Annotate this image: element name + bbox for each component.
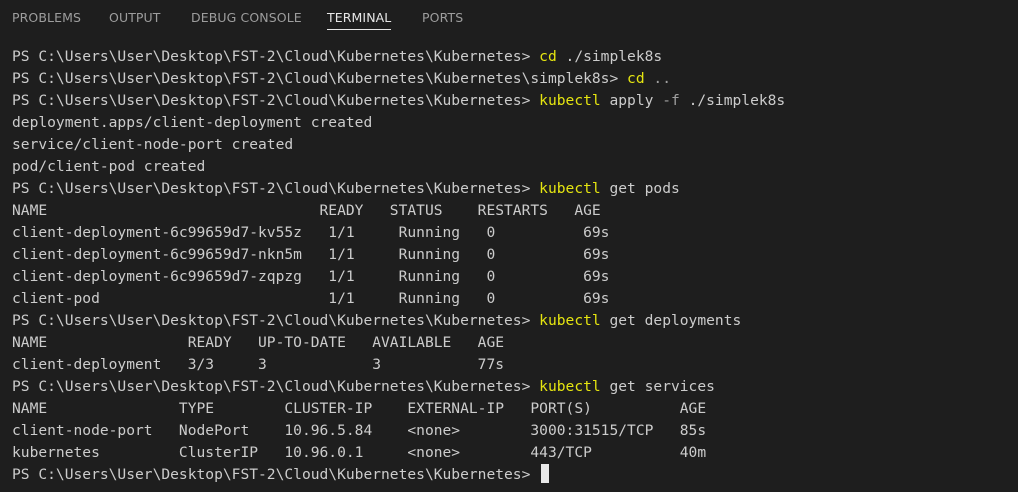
- output-text: client-deployment-6c99659d7-nkn5m 1/1 Ru…: [12, 246, 610, 263]
- terminal-line: kubernetes ClusterIP 10.96.0.1 <none> 44…: [12, 442, 1012, 464]
- output-text: PS C:\Users\User\Desktop\FST-2\Cloud\Kub…: [12, 312, 540, 329]
- output-text: PS C:\Users\User\Desktop\FST-2\Cloud\Kub…: [12, 378, 540, 395]
- output-text: pod/client-pod created: [12, 158, 206, 175]
- tab-problems[interactable]: PROBLEMS: [12, 0, 81, 36]
- output-text: apply: [600, 92, 663, 109]
- terminal-line: PS C:\Users\User\Desktop\FST-2\Cloud\Kub…: [12, 178, 1012, 200]
- tab-label: DEBUG CONSOLE: [191, 10, 302, 25]
- terminal-line: PS C:\Users\User\Desktop\FST-2\Cloud\Kub…: [12, 68, 1012, 90]
- tab-debug-console[interactable]: DEBUG CONSOLE: [191, 0, 302, 36]
- panel-tab-bar: PROBLEMS OUTPUT DEBUG CONSOLE TERMINAL P…: [0, 0, 1018, 36]
- output-text: PS C:\Users\User\Desktop\FST-2\Cloud\Kub…: [12, 70, 628, 87]
- tab-label: OUTPUT: [109, 10, 161, 25]
- command-text: cd: [539, 48, 557, 65]
- terminal-output[interactable]: PS C:\Users\User\Desktop\FST-2\Cloud\Kub…: [12, 46, 1012, 486]
- argument-text: ..: [644, 70, 671, 87]
- argument-text: -f: [662, 92, 680, 109]
- output-text: ./simplek8s: [679, 92, 786, 109]
- output-text: ./simplek8s: [556, 48, 663, 65]
- terminal-line: deployment.apps/client-deployment create…: [12, 112, 1012, 134]
- command-text: kubectl: [539, 378, 601, 395]
- output-text: client-pod 1/1 Running 0 69s: [12, 290, 610, 307]
- tab-terminal[interactable]: TERMINAL: [327, 0, 392, 36]
- output-text: NAME READY STATUS RESTARTS AGE: [12, 202, 601, 219]
- output-text: client-deployment-6c99659d7-zqpzg 1/1 Ru…: [12, 268, 610, 285]
- tab-label: PORTS: [422, 10, 464, 25]
- terminal-line: PS C:\Users\User\Desktop\FST-2\Cloud\Kub…: [12, 90, 1012, 112]
- tab-label: PROBLEMS: [12, 10, 82, 25]
- terminal-line: client-node-port NodePort 10.96.5.84 <no…: [12, 420, 1012, 442]
- output-text: client-deployment-6c99659d7-kv55z 1/1 Ru…: [12, 224, 610, 241]
- output-text: kubernetes ClusterIP 10.96.0.1 <none> 44…: [12, 444, 707, 461]
- terminal-line: NAME READY STATUS RESTARTS AGE: [12, 200, 1012, 222]
- terminal-line: client-deployment-6c99659d7-nkn5m 1/1 Ru…: [12, 244, 1012, 266]
- output-text: NAME READY UP-TO-DATE AVAILABLE AGE: [12, 334, 505, 351]
- output-text: PS C:\Users\User\Desktop\FST-2\Cloud\Kub…: [12, 466, 540, 483]
- terminal-line: pod/client-pod created: [12, 156, 1012, 178]
- output-text: NAME TYPE CLUSTER-IP EXTERNAL-IP PORT(S)…: [12, 400, 707, 417]
- terminal-line: client-deployment-6c99659d7-zqpzg 1/1 Ru…: [12, 266, 1012, 288]
- terminal-line: NAME READY UP-TO-DATE AVAILABLE AGE: [12, 332, 1012, 354]
- output-text: get services: [600, 378, 715, 395]
- terminal-line: PS C:\Users\User\Desktop\FST-2\Cloud\Kub…: [12, 464, 1012, 486]
- output-text: deployment.apps/client-deployment create…: [12, 114, 373, 131]
- output-text: get pods: [600, 180, 680, 197]
- terminal-line: PS C:\Users\User\Desktop\FST-2\Cloud\Kub…: [12, 376, 1012, 398]
- command-text: kubectl: [539, 312, 601, 329]
- command-text: kubectl: [539, 92, 601, 109]
- output-text: client-deployment 3/3 3 3 77s: [12, 356, 505, 373]
- terminal-line: NAME TYPE CLUSTER-IP EXTERNAL-IP PORT(S)…: [12, 398, 1012, 420]
- terminal-line: client-deployment-6c99659d7-kv55z 1/1 Ru…: [12, 222, 1012, 244]
- output-text: service/client-node-port created: [12, 136, 294, 153]
- tab-output[interactable]: OUTPUT: [109, 0, 161, 36]
- terminal-line: PS C:\Users\User\Desktop\FST-2\Cloud\Kub…: [12, 46, 1012, 68]
- output-text: PS C:\Users\User\Desktop\FST-2\Cloud\Kub…: [12, 180, 540, 197]
- tab-ports[interactable]: PORTS: [422, 0, 463, 36]
- terminal-line: PS C:\Users\User\Desktop\FST-2\Cloud\Kub…: [12, 310, 1012, 332]
- terminal-line: service/client-node-port created: [12, 134, 1012, 156]
- active-tab-indicator: [327, 29, 392, 30]
- terminal-panel: PROBLEMS OUTPUT DEBUG CONSOLE TERMINAL P…: [0, 0, 1018, 492]
- output-text: PS C:\Users\User\Desktop\FST-2\Cloud\Kub…: [12, 92, 540, 109]
- terminal-line: client-pod 1/1 Running 0 69s: [12, 288, 1012, 310]
- output-text: get deployments: [600, 312, 742, 329]
- command-text: cd: [627, 70, 645, 87]
- tab-label: TERMINAL: [327, 10, 392, 25]
- output-text: client-node-port NodePort 10.96.5.84 <no…: [12, 422, 707, 439]
- terminal-line: client-deployment 3/3 3 3 77s: [12, 354, 1012, 376]
- command-text: kubectl: [539, 180, 601, 197]
- terminal-cursor: [541, 464, 550, 483]
- output-text: PS C:\Users\User\Desktop\FST-2\Cloud\Kub…: [12, 48, 540, 65]
